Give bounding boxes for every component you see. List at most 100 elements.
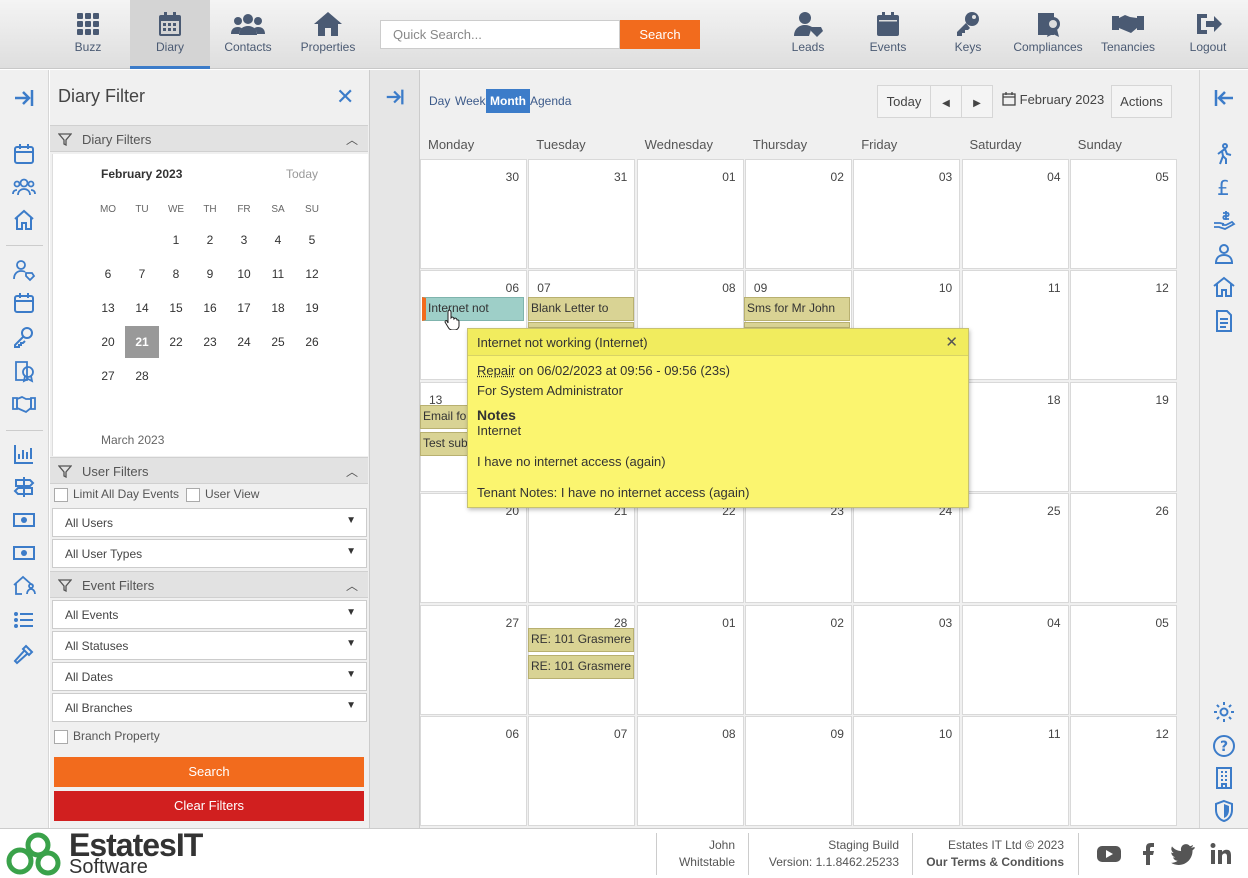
today-button[interactable]: Today xyxy=(877,85,931,118)
calendar-day[interactable]: 10 xyxy=(227,258,261,290)
event-internet-not-working[interactable]: Internet not xyxy=(422,297,524,321)
collapse-panel-icon[interactable] xyxy=(1212,86,1236,110)
all-branches-select[interactable]: All Branches ▼ xyxy=(52,693,367,722)
chevron-up-icon[interactable]: ︿ xyxy=(346,577,358,594)
lead-icon[interactable] xyxy=(12,258,36,282)
day-cell[interactable]: 11 xyxy=(962,270,1069,380)
help-icon[interactable]: ? xyxy=(1212,734,1236,758)
calendar-day[interactable]: 16 xyxy=(193,292,227,324)
day-cell[interactable]: 20 xyxy=(420,493,527,603)
calendar-day[interactable]: 28 xyxy=(125,360,159,392)
branch-property-checkbox[interactable]: Branch Property xyxy=(54,729,160,747)
calendar-day[interactable]: 14 xyxy=(125,292,159,324)
calendar-icon[interactable] xyxy=(12,142,36,166)
event-test-subject[interactable]: Test subj xyxy=(420,432,468,456)
house-icon[interactable] xyxy=(12,208,36,232)
day-cell[interactable]: 24 xyxy=(853,493,960,603)
calendar-day[interactable]: 15 xyxy=(159,292,193,324)
calendar-day[interactable]: 21 xyxy=(125,326,159,358)
calendar-day[interactable]: 4 xyxy=(261,224,295,256)
user-view-checkbox[interactable]: User View xyxy=(186,487,259,505)
tab-day[interactable]: Day xyxy=(426,89,453,113)
day-cell[interactable]: 18 xyxy=(962,382,1069,492)
day-cell[interactable]: 30 xyxy=(420,159,527,269)
signpost-icon[interactable] xyxy=(12,475,36,499)
day-cell[interactable]: 02 xyxy=(745,159,852,269)
tab-week[interactable]: Week xyxy=(452,89,488,113)
all-users-select[interactable]: All Users ▼ xyxy=(52,508,367,537)
calendar-day[interactable]: 26 xyxy=(295,326,329,358)
expand-panel-icon[interactable] xyxy=(12,86,36,110)
event-re-grasmere[interactable]: RE: 101 Grasmere xyxy=(528,628,634,652)
day-cell[interactable]: 31 xyxy=(528,159,635,269)
day-cell[interactable]: 12 xyxy=(1070,270,1177,380)
calendar-day[interactable]: 25 xyxy=(261,326,295,358)
walking-person-icon[interactable] xyxy=(1212,142,1236,166)
user-filters-header[interactable]: User Filters ︿ xyxy=(50,457,368,484)
event-sms[interactable]: Sms for Mr John xyxy=(744,297,850,321)
day-cell[interactable]: 12 xyxy=(1070,716,1177,826)
building-icon[interactable] xyxy=(1212,766,1236,790)
day-cell[interactable]: 19 xyxy=(1070,382,1177,492)
shield-icon[interactable] xyxy=(1212,799,1236,823)
bar-chart-icon[interactable] xyxy=(12,442,36,466)
day-cell[interactable]: 04 xyxy=(962,605,1069,715)
day-cell[interactable]: 27 xyxy=(420,605,527,715)
calendar-day[interactable]: 8 xyxy=(159,258,193,290)
calendar-day[interactable]: 9 xyxy=(193,258,227,290)
close-icon[interactable]: ✕ xyxy=(945,333,958,351)
day-cell[interactable]: 02 xyxy=(745,605,852,715)
all-user-types-select[interactable]: All User Types ▼ xyxy=(52,539,367,568)
nav-tenancies[interactable]: Tenancies xyxy=(1088,0,1168,69)
day-cell[interactable]: 03 xyxy=(853,605,960,715)
day-cell[interactable]: 01 xyxy=(637,605,744,715)
calendar-day[interactable]: 13 xyxy=(91,292,125,324)
calendar-day[interactable]: 7 xyxy=(125,258,159,290)
nav-logout[interactable]: Logout xyxy=(1168,0,1248,69)
document-icon[interactable] xyxy=(1212,309,1236,333)
pound-icon[interactable]: £ xyxy=(1212,175,1236,199)
nav-events[interactable]: Events xyxy=(848,0,928,69)
quick-search-input[interactable]: Quick Search... xyxy=(380,20,620,49)
hand-money-icon[interactable] xyxy=(1212,208,1236,232)
day-cell[interactable]: 08 xyxy=(637,716,744,826)
day-cell[interactable]: 23 xyxy=(745,493,852,603)
event-email[interactable]: Email fo xyxy=(420,405,468,429)
calendar-day[interactable]: 2 xyxy=(193,224,227,256)
event-re-grasmere[interactable]: RE: 101 Grasmere xyxy=(528,655,634,679)
nav-compliances[interactable]: Compliances xyxy=(1008,0,1088,69)
quick-search-button[interactable]: Search xyxy=(620,20,700,49)
next-month-button[interactable]: ▶ xyxy=(961,85,993,118)
event-type-link[interactable]: Repair xyxy=(477,363,515,378)
diary-filters-header[interactable]: Diary Filters ︿ xyxy=(50,125,368,152)
calendar-day[interactable]: 19 xyxy=(295,292,329,324)
house-person-icon[interactable] xyxy=(12,574,36,598)
calendar-day[interactable]: 1 xyxy=(159,224,193,256)
youtube-icon[interactable] xyxy=(1096,841,1122,867)
person-icon[interactable] xyxy=(1212,242,1236,266)
nav-properties[interactable]: Properties xyxy=(288,0,368,69)
all-statuses-select[interactable]: All Statuses ▼ xyxy=(52,631,367,660)
calendar-day[interactable]: 20 xyxy=(91,326,125,358)
day-cell[interactable]: 09 xyxy=(745,716,852,826)
tab-month[interactable]: Month xyxy=(486,89,530,113)
day-cell[interactable]: 25 xyxy=(962,493,1069,603)
hammer-icon[interactable] xyxy=(12,642,36,666)
day-cell[interactable]: 07 xyxy=(528,716,635,826)
calendar-day[interactable]: 22 xyxy=(159,326,193,358)
calendar-day[interactable]: 17 xyxy=(227,292,261,324)
day-cell[interactable]: 01 xyxy=(637,159,744,269)
day-cell[interactable]: 11 xyxy=(962,716,1069,826)
terms-link[interactable]: Our Terms & Conditions xyxy=(916,854,1064,871)
day-cell[interactable]: 03 xyxy=(853,159,960,269)
all-dates-select[interactable]: All Dates ▼ xyxy=(52,662,367,691)
facebook-icon[interactable] xyxy=(1135,841,1161,867)
limit-all-day-checkbox[interactable]: Limit All Day Events xyxy=(54,487,179,505)
calendar-day[interactable]: 11 xyxy=(261,258,295,290)
day-cell[interactable]: 10 xyxy=(853,716,960,826)
calendar-today-link[interactable]: Today xyxy=(286,167,318,181)
day-cell[interactable]: 04 xyxy=(962,159,1069,269)
expand-panel-icon[interactable] xyxy=(384,86,406,108)
prev-month-button[interactable]: ◀ xyxy=(930,85,962,118)
calendar-day[interactable]: 6 xyxy=(91,258,125,290)
